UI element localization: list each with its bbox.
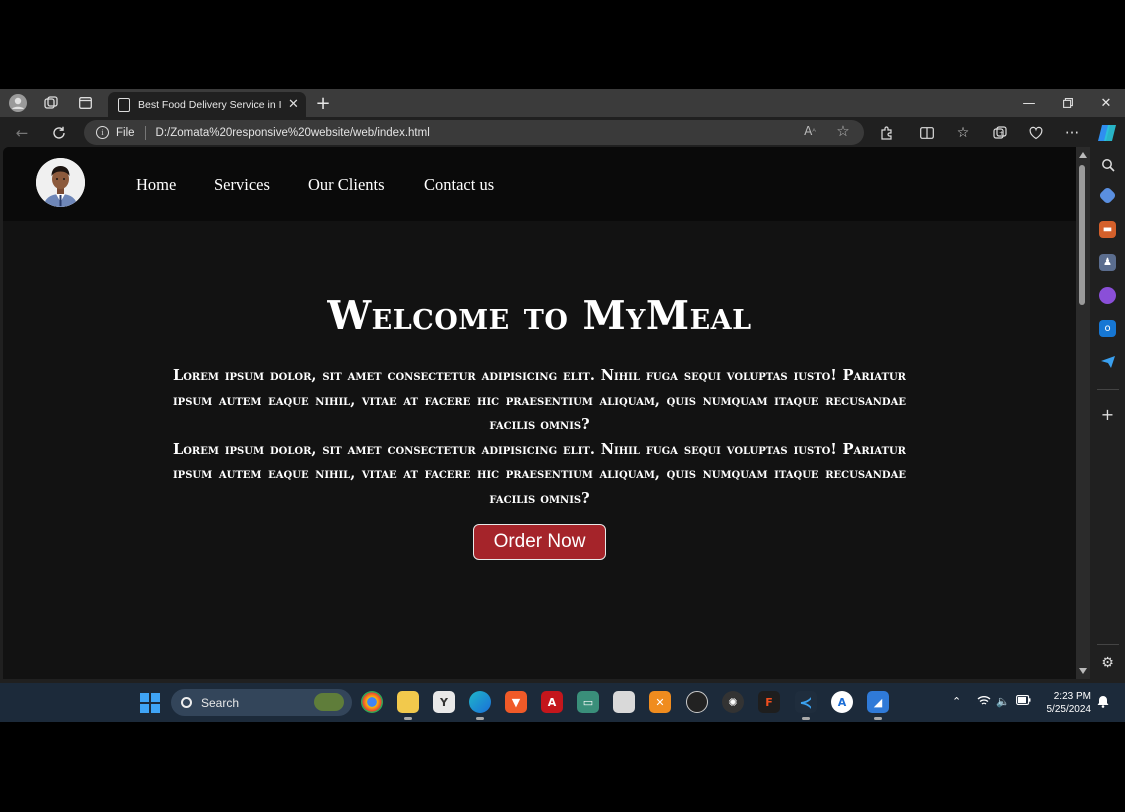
git-client-icon[interactable]: Y <box>433 691 455 713</box>
hero-title: Welcome to MyMeal <box>327 293 752 339</box>
chatgpt-icon[interactable]: ✺ <box>722 691 744 713</box>
wifi-icon[interactable] <box>977 695 991 709</box>
browser-toolbar: ← i File D:/Zomata%20responsive%20websit… <box>0 117 1125 147</box>
file-explorer-icon[interactable] <box>397 691 419 720</box>
photos-icon[interactable]: ◢ <box>867 691 889 720</box>
sidebar-divider <box>1097 389 1119 390</box>
more-options-icon[interactable]: ··· <box>1061 122 1083 144</box>
clock-time: 2:23 PM <box>1053 691 1091 702</box>
scroll-thumb[interactable] <box>1079 165 1085 305</box>
send-icon[interactable] <box>1099 353 1116 370</box>
svg-text:+: + <box>999 130 1004 137</box>
site-navbar: Home Services Our Clients Contact us <box>3 147 1076 221</box>
obs-icon[interactable] <box>686 691 708 713</box>
search-highlight-icon <box>314 693 344 711</box>
windows-start-icon[interactable] <box>140 693 160 713</box>
chrome-icon[interactable] <box>361 691 383 713</box>
tools-briefcase-icon[interactable]: ▬ <box>1099 221 1116 238</box>
extensions-icon[interactable] <box>876 122 898 144</box>
minimize-icon[interactable]: — <box>1018 93 1040 113</box>
terminal-icon[interactable] <box>613 691 635 713</box>
remote-desktop-icon[interactable]: ▭ <box>577 691 599 713</box>
hero-paragraph: Lorem ipsum dolor, sit amet consectetur … <box>173 367 906 433</box>
volume-icon[interactable]: 🔈 <box>996 695 1010 708</box>
vscode-icon[interactable]: ≺ <box>795 691 817 720</box>
taskbar-search-label: Search <box>201 695 240 710</box>
copilot-sidebar-icon[interactable] <box>1099 287 1116 304</box>
pdf-reader-icon[interactable]: A <box>541 691 563 713</box>
taskbar-clock[interactable]: 2:23 PM 5/25/2024 <box>1035 690 1092 716</box>
hero-paragraph: Lorem ipsum dolor, sit amet consectetur … <box>173 440 906 507</box>
sidebar-divider <box>1097 644 1119 645</box>
page-scrollbar[interactable] <box>1076 147 1090 679</box>
restore-icon[interactable] <box>1057 93 1079 113</box>
address-url[interactable]: D:/Zomata%20responsive%20website/web/ind… <box>156 127 430 139</box>
workspaces-icon[interactable] <box>41 93 61 113</box>
browser-tab-bar: Best Food Delivery Service in India ✕ + … <box>0 89 1125 117</box>
close-tab-icon[interactable]: ✕ <box>288 97 299 112</box>
taskbar-search[interactable]: Search <box>171 689 352 716</box>
address-separator <box>144 125 146 140</box>
read-aloud-icon[interactable]: Aᴬ <box>801 122 819 140</box>
nav-link-contact-us[interactable]: Contact us <box>424 175 494 195</box>
clock-date: 5/25/2024 <box>1046 704 1092 715</box>
split-screen-icon[interactable] <box>916 122 938 144</box>
nav-link-services[interactable]: Services <box>214 175 270 195</box>
profile-icon[interactable] <box>8 93 28 113</box>
desktop-screen: Best Food Delivery Service in India ✕ + … <box>0 89 1125 722</box>
outlook-icon[interactable]: o <box>1099 320 1116 337</box>
back-icon[interactable]: ← <box>11 122 33 144</box>
tray-overflow-icon[interactable]: ⌃ <box>952 695 961 708</box>
tab-actions-icon[interactable] <box>75 93 95 113</box>
xampp-icon[interactable]: ✕ <box>649 691 671 713</box>
close-window-icon[interactable]: ✕ <box>1095 93 1117 113</box>
search-icon[interactable] <box>1099 156 1116 173</box>
address-scheme: File <box>116 126 135 139</box>
settings-gear-icon[interactable]: ⚙ <box>1099 654 1116 671</box>
search-icon <box>181 697 192 708</box>
games-icon[interactable]: ♟ <box>1099 254 1116 271</box>
new-tab-icon[interactable]: + <box>313 93 333 114</box>
order-now-button[interactable]: Order Now <box>473 524 606 560</box>
scroll-up-icon[interactable] <box>1079 152 1087 158</box>
windows-taskbar: Search Y ▼ A ▭ ✕ ✺ F ≺ A ◢ ⌃ 🔈 2:23 PM 5… <box>0 683 1125 722</box>
collections-icon[interactable]: + <box>989 122 1011 144</box>
favorites-icon[interactable]: ☆ <box>952 122 974 144</box>
browser-essentials-icon[interactable] <box>1025 122 1047 144</box>
notification-bell-icon[interactable] <box>1097 695 1109 711</box>
browser-tab-active[interactable]: Best Food Delivery Service in India ✕ <box>108 92 306 117</box>
profile-avatar[interactable] <box>36 158 85 207</box>
edge-sidebar: ▬ ♟ o + ⚙ <box>1090 147 1125 683</box>
page-viewport: Home Services Our Clients Contact us Wel… <box>3 147 1076 679</box>
hero-text: Lorem ipsum dolor, sit amet consectetur … <box>173 364 906 511</box>
shopping-tag-icon[interactable] <box>1098 186 1117 205</box>
brave-icon[interactable]: ▼ <box>505 691 527 713</box>
battery-icon[interactable] <box>1016 695 1031 708</box>
page-icon <box>118 97 130 112</box>
copilot-icon[interactable] <box>1096 122 1118 144</box>
nav-link-our-clients[interactable]: Our Clients <box>308 175 385 195</box>
add-sidebar-app-icon[interactable]: + <box>1099 405 1116 424</box>
tab-title: Best Food Delivery Service in India <box>138 98 282 111</box>
favorite-star-icon[interactable]: ☆ <box>834 122 852 140</box>
figma-icon[interactable]: F <box>758 691 780 713</box>
app-store-icon[interactable]: A <box>831 691 853 713</box>
nav-link-home[interactable]: Home <box>136 175 176 195</box>
info-icon[interactable]: i <box>96 126 109 139</box>
edge-icon[interactable] <box>469 691 491 720</box>
refresh-icon[interactable] <box>48 122 70 144</box>
address-bar[interactable]: i File D:/Zomata%20responsive%20website/… <box>84 120 864 145</box>
scroll-down-icon[interactable] <box>1079 668 1087 674</box>
